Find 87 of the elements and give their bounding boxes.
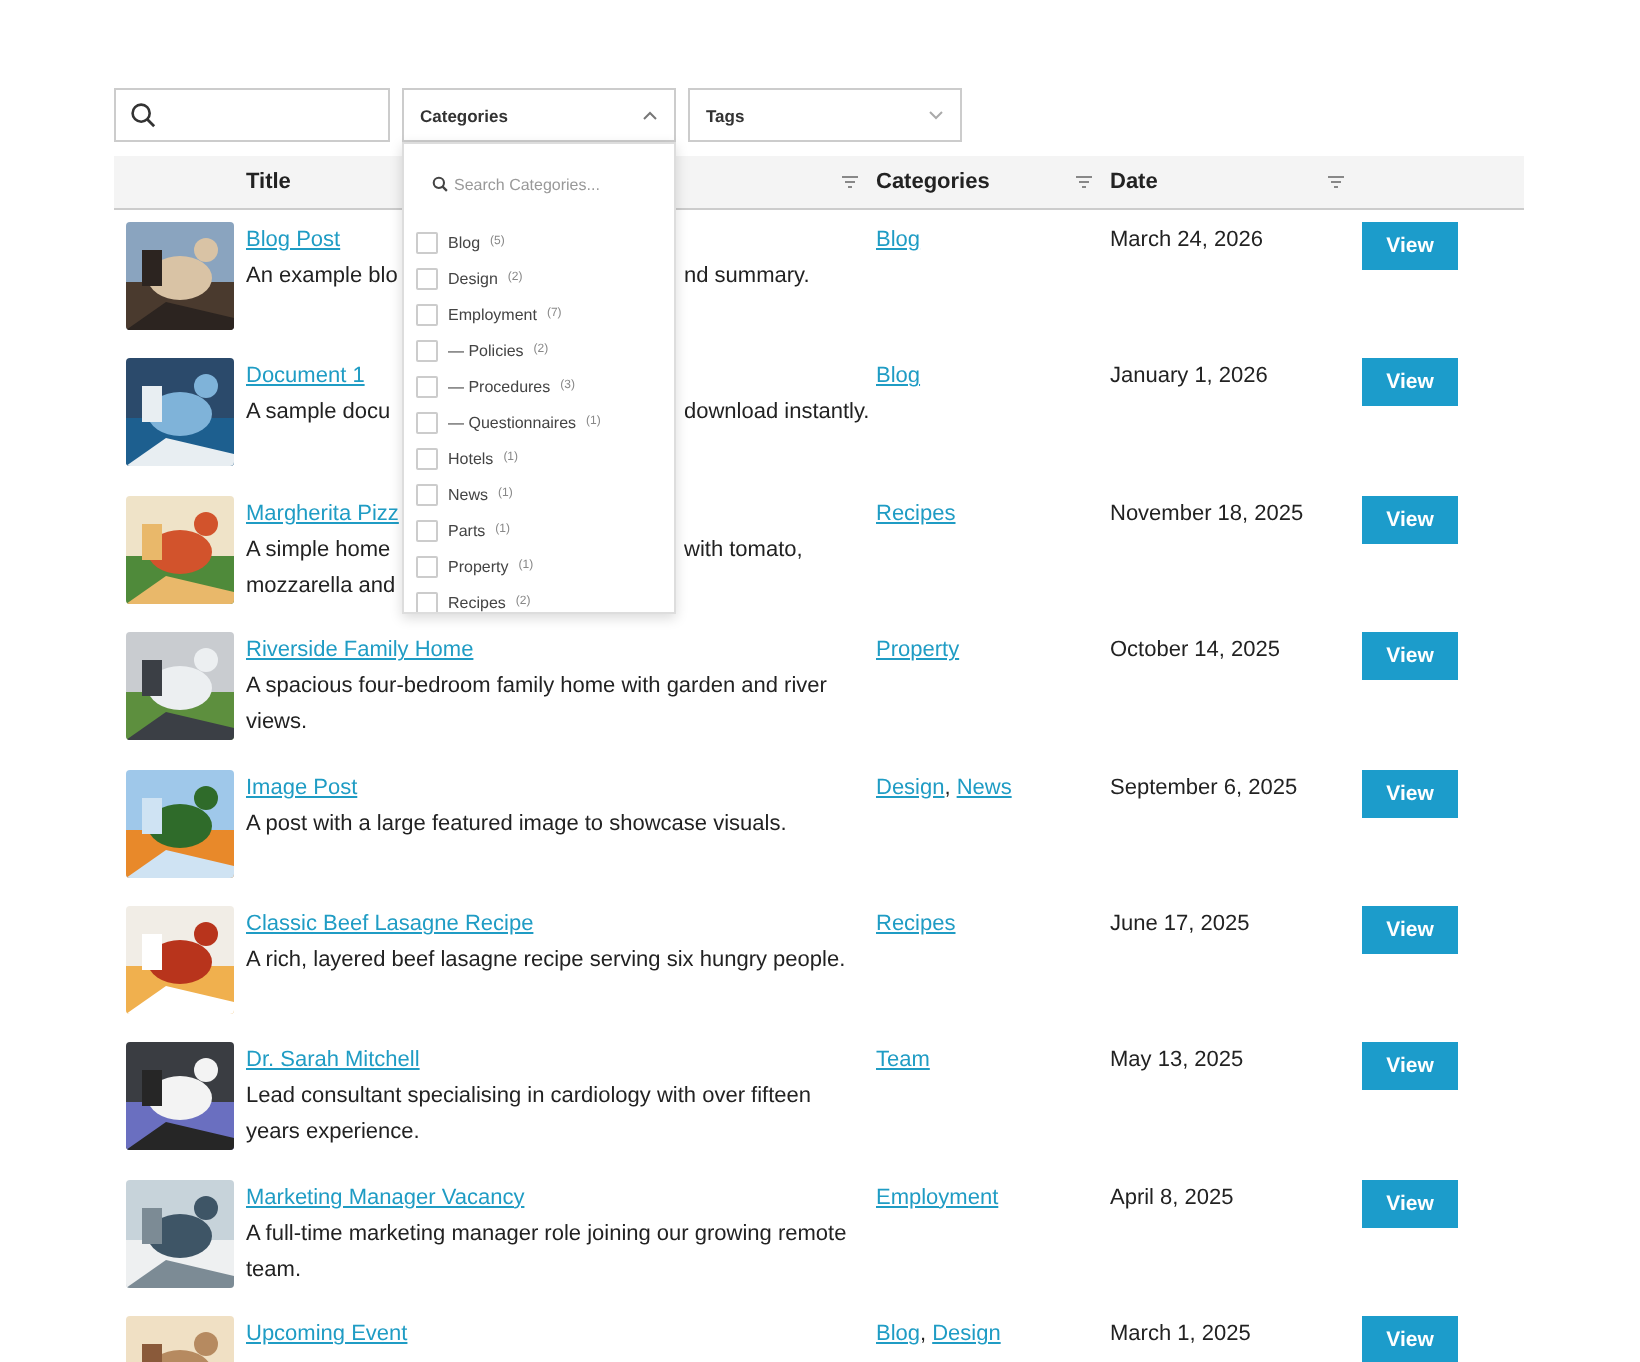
- category-link[interactable]: Recipes: [876, 501, 956, 526]
- checkbox[interactable]: [416, 375, 438, 397]
- description: Lead consultant specialising in cardiology with over fifteen years experience.: [246, 1082, 813, 1149]
- title-link[interactable]: Image Post: [246, 775, 358, 800]
- title-link[interactable]: Dr. Sarah Mitchell: [246, 1048, 420, 1073]
- category-link[interactable]: Blog: [876, 1322, 921, 1347]
- description: A rich, layered beef lasagne recipe serving six hungry people.: [246, 945, 848, 976]
- description: with tomato,: [684, 535, 803, 566]
- column-header: Categories: [876, 170, 990, 194]
- checkbox[interactable]: [416, 555, 438, 577]
- title-link[interactable]: Riverside Family Home: [246, 638, 474, 663]
- select-dropdown[interactable]: Tags: [688, 88, 962, 142]
- filter-icon[interactable]: [1076, 176, 1092, 188]
- title-link[interactable]: Marketing Manager Vacancy: [246, 1185, 525, 1210]
- search-field[interactable]: [114, 88, 390, 142]
- date: January 1, 2026: [1110, 364, 1268, 389]
- view-button[interactable]: View: [1362, 1316, 1458, 1362]
- separator: ,: [920, 1322, 927, 1347]
- view-button[interactable]: View: [1362, 769, 1458, 818]
- category-link[interactable]: Recipes: [876, 911, 956, 936]
- category-link[interactable]: Property: [876, 638, 960, 663]
- category-option[interactable]: — Policies: [448, 341, 524, 359]
- category-option[interactable]: Property: [448, 557, 509, 575]
- description: A simple home: [246, 535, 393, 566]
- search-icon: [130, 102, 156, 128]
- title-link[interactable]: Document 1: [246, 364, 365, 389]
- column-header: Title: [246, 170, 291, 194]
- category-option[interactable]: News: [448, 485, 489, 503]
- separator: ,: [944, 775, 951, 800]
- filter-icon[interactable]: [842, 176, 858, 188]
- category-option[interactable]: — Procedures: [448, 377, 551, 395]
- category-option[interactable]: Employment: [448, 305, 537, 323]
- category-link[interactable]: Blog: [876, 228, 921, 252]
- description: A spacious four-bedroom family home with garden and river views.: [246, 672, 829, 739]
- checkbox[interactable]: [416, 411, 438, 433]
- view-button[interactable]: View: [1362, 495, 1458, 544]
- title-link[interactable]: Classic Beef Lasagne Recipe: [246, 911, 534, 936]
- view-button[interactable]: View: [1362, 905, 1458, 954]
- description: download instantly.: [684, 398, 870, 429]
- checkbox[interactable]: [416, 483, 438, 505]
- date: October 14, 2025: [1110, 638, 1281, 663]
- search-icon: [432, 176, 448, 192]
- date: March 24, 2026: [1110, 228, 1263, 252]
- category-link[interactable]: Design: [876, 775, 945, 800]
- checkbox[interactable]: [416, 519, 438, 541]
- date: April 8, 2025: [1110, 1185, 1234, 1210]
- view-button[interactable]: View: [1362, 358, 1458, 407]
- category-option[interactable]: Hotels: [448, 449, 494, 467]
- view-button[interactable]: View: [1362, 1042, 1458, 1091]
- category-option[interactable]: Design: [448, 269, 498, 287]
- date: September 6, 2025: [1110, 775, 1298, 800]
- checkbox[interactable]: [416, 267, 438, 289]
- checkbox[interactable]: [416, 303, 438, 325]
- category-option[interactable]: — Questionnaires: [448, 413, 577, 431]
- category-option[interactable]: Recipes: [448, 593, 506, 611]
- title-link[interactable]: Blog Post: [246, 228, 341, 252]
- description: An example blo: [246, 262, 400, 292]
- filter-icon[interactable]: [1328, 176, 1344, 188]
- description: A full-time marketing manager role joining our growing remote team.: [246, 1219, 849, 1286]
- title-link[interactable]: Upcoming Event: [246, 1322, 408, 1347]
- select-dropdown[interactable]: Categories: [402, 88, 676, 142]
- column-header: Date: [1110, 170, 1158, 194]
- description: A sample docu: [246, 398, 393, 429]
- description: A post with a large featured image to showcase visuals.: [246, 809, 789, 840]
- chevron-icon: [642, 110, 658, 120]
- checkbox[interactable]: [416, 447, 438, 469]
- view-button[interactable]: View: [1362, 632, 1458, 681]
- checkbox[interactable]: [416, 591, 438, 612]
- checkbox[interactable]: [416, 339, 438, 361]
- category-link[interactable]: Blog: [876, 364, 921, 389]
- checkbox[interactable]: [416, 231, 438, 253]
- category-option[interactable]: Parts: [448, 521, 486, 539]
- description: nd summary.: [684, 262, 810, 292]
- view-button[interactable]: View: [1362, 222, 1458, 270]
- category-link[interactable]: Team: [876, 1048, 930, 1073]
- date: March 1, 2025: [1110, 1322, 1251, 1347]
- date: May 13, 2025: [1110, 1048, 1244, 1073]
- description: mozzarella and: [246, 571, 398, 602]
- chevron-icon: [928, 110, 944, 120]
- title-link[interactable]: Margherita Pizz: [246, 501, 399, 526]
- date: June 17, 2025: [1110, 911, 1250, 936]
- category-link[interactable]: Design: [932, 1322, 1001, 1347]
- date: November 18, 2025: [1110, 501, 1304, 526]
- category-option[interactable]: Blog: [448, 233, 481, 251]
- category-link[interactable]: News: [956, 775, 1012, 800]
- view-button[interactable]: View: [1362, 1179, 1458, 1228]
- category-link[interactable]: Employment: [876, 1185, 999, 1210]
